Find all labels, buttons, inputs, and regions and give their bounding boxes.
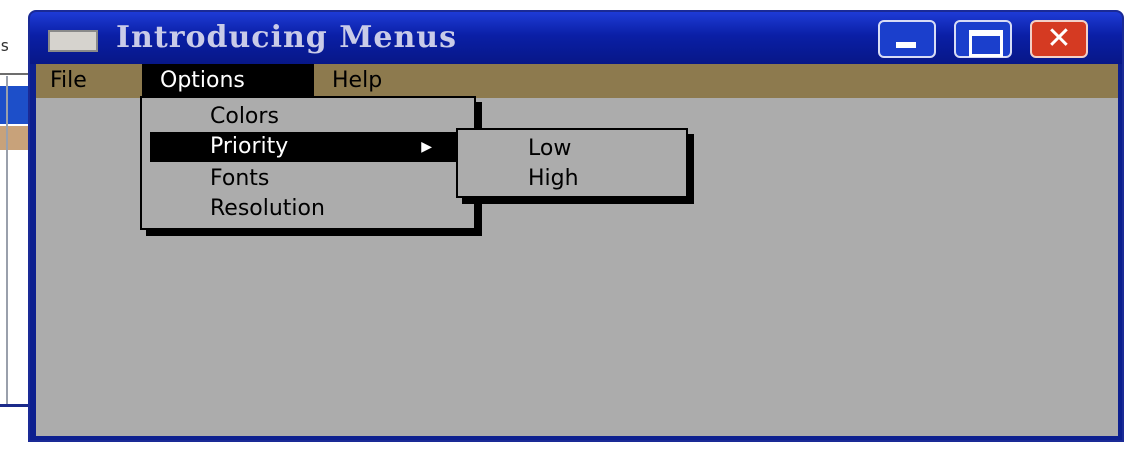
- menu-item-label: Priority: [210, 134, 289, 159]
- menu-item-resolution[interactable]: Resolution: [150, 194, 460, 224]
- window-icon[interactable]: [48, 30, 98, 52]
- submenu-item-label: Low: [528, 136, 572, 161]
- background-fragment-text: s: [0, 36, 10, 55]
- menu-options[interactable]: Options: [142, 64, 314, 98]
- close-icon: ✕: [1046, 21, 1072, 56]
- background-edge: [6, 76, 8, 406]
- background-divider: [0, 73, 30, 75]
- options-dropdown-menu: Colors Priority ▶ Fonts Resolution: [140, 96, 476, 230]
- menu-item-label: Resolution: [210, 196, 325, 221]
- minimize-icon: [896, 42, 916, 48]
- background-bottom-edge: [0, 404, 30, 407]
- minimize-button[interactable]: [878, 20, 936, 58]
- priority-submenu: Low High: [456, 128, 688, 198]
- menu-item-label: Fonts: [210, 166, 270, 191]
- close-button[interactable]: ✕: [1030, 20, 1088, 58]
- title-bar[interactable]: Introducing Menus ✕: [30, 12, 1122, 64]
- menu-file[interactable]: File: [50, 64, 87, 98]
- menu-help[interactable]: Help: [332, 64, 382, 98]
- submenu-item-low[interactable]: Low: [458, 134, 686, 164]
- background-selection-bar: [0, 86, 30, 124]
- submenu-item-label: High: [528, 166, 579, 191]
- window-title: Introducing Menus: [116, 20, 458, 55]
- maximize-icon: [969, 30, 1003, 57]
- background-tan-bar: [0, 126, 30, 150]
- menu-item-label: Colors: [210, 104, 279, 129]
- menu-item-colors[interactable]: Colors: [150, 102, 460, 132]
- submenu-item-high[interactable]: High: [458, 164, 686, 194]
- menu-item-fonts[interactable]: Fonts: [150, 164, 460, 194]
- menu-item-priority[interactable]: Priority ▶: [150, 132, 460, 162]
- menu-bar: File Options Help: [36, 64, 1118, 98]
- maximize-button[interactable]: [954, 20, 1012, 58]
- submenu-arrow-icon: ▶: [421, 139, 432, 155]
